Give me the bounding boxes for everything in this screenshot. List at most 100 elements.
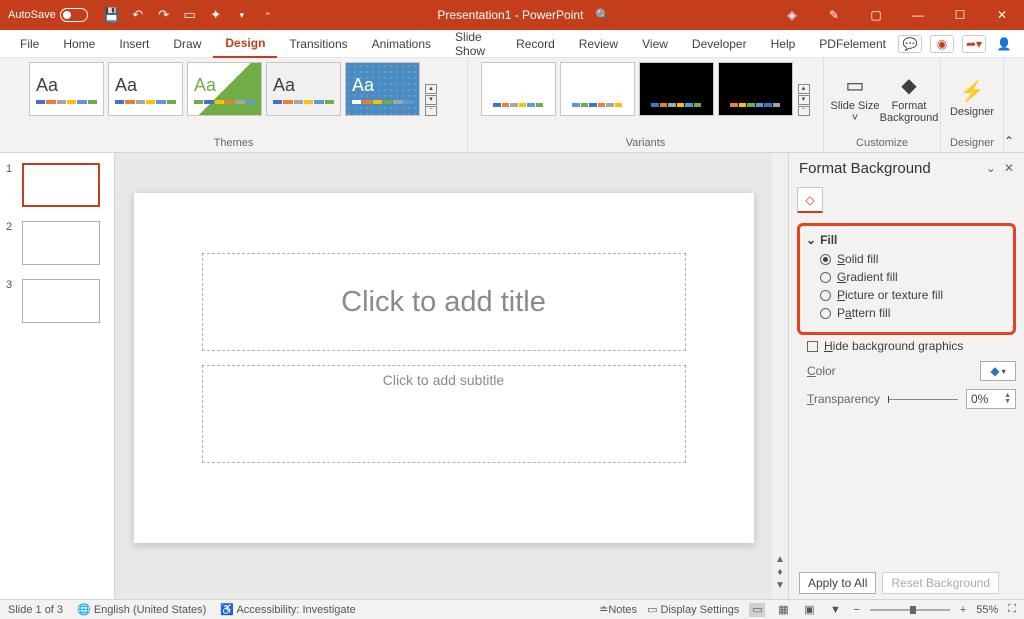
status-language[interactable]: 🌐 English (United States) [77, 603, 206, 616]
save-icon[interactable]: 💾 [104, 7, 120, 23]
tab-home[interactable]: Home [51, 30, 107, 58]
sorter-view-icon[interactable]: ▦ [775, 603, 791, 617]
tab-review[interactable]: Review [567, 30, 630, 58]
present-icon[interactable]: ▭ [182, 7, 198, 23]
variants-more[interactable]: ▴▾⁼ [797, 62, 811, 116]
thumb-num-2: 2 [6, 221, 16, 233]
search-icon[interactable]: 🔍 [595, 8, 610, 22]
tab-transitions[interactable]: Transitions [277, 30, 359, 58]
tab-slideshow[interactable]: Slide Show [443, 30, 504, 58]
zoom-slider[interactable] [870, 609, 950, 611]
status-notes[interactable]: ≐Notes [599, 603, 637, 616]
tab-help[interactable]: Help [759, 30, 808, 58]
status-display[interactable]: ▭ Display Settings [647, 603, 739, 616]
variant-3[interactable] [639, 62, 714, 116]
theme-3[interactable]: Aa [187, 62, 262, 116]
minimize-button[interactable]: — [898, 0, 938, 30]
zoom-out-icon[interactable]: − [853, 604, 859, 616]
normal-view-icon[interactable]: ▭ [749, 603, 765, 617]
window-title: Presentation1 - PowerPoint [437, 8, 583, 22]
tab-file[interactable]: File [8, 30, 51, 58]
fill-options-highlight: ⌄Fill Solid fill Gradient fill Picture o… [797, 223, 1016, 335]
themes-more[interactable]: ▴▾⁼ [424, 62, 438, 116]
reset-background-button: Reset Background [882, 572, 999, 594]
slide-thumb-3[interactable] [22, 279, 100, 323]
comments-icon[interactable]: 💬 [898, 35, 922, 53]
autosave-toggle[interactable]: AutoSave [8, 8, 88, 22]
share-icon[interactable]: ➦▾ [962, 35, 986, 53]
fill-section-toggle[interactable]: ⌄Fill [806, 230, 1007, 250]
radio-picture-fill[interactable]: Picture or texture fill [806, 286, 1007, 304]
radio-solid-fill[interactable]: Solid fill [806, 250, 1007, 268]
pane-close-icon[interactable]: ✕ [1004, 161, 1014, 175]
pane-title: Format Background [799, 160, 931, 177]
maximize-button[interactable]: ☐ [940, 0, 980, 30]
variant-4[interactable] [718, 62, 793, 116]
main-area: 1 2 3 Click to add title Click to add su… [0, 153, 1024, 599]
tab-insert[interactable]: Insert [107, 30, 161, 58]
customize-group-label: Customize [856, 135, 908, 152]
slide-editor[interactable]: Click to add title Click to add subtitle [115, 153, 772, 599]
color-picker[interactable]: ◆▾ [980, 361, 1016, 381]
apply-to-all-button[interactable]: Apply to All [799, 572, 876, 594]
slideshow-view-icon[interactable]: ▼ [827, 603, 843, 617]
redo-icon[interactable]: ↷ [156, 7, 172, 23]
theme-5[interactable]: Aa [345, 62, 420, 116]
qat-customize-icon[interactable]: ⁼ [260, 7, 276, 23]
transparency-slider[interactable] [888, 399, 958, 400]
format-background-button[interactable]: ◆Format Background [884, 74, 934, 124]
fill-tab-icon[interactable]: ◇ [797, 187, 823, 213]
tab-animations[interactable]: Animations [360, 30, 443, 58]
tab-pdfelement[interactable]: PDFelement [807, 30, 898, 58]
theme-4[interactable]: Aa [266, 62, 341, 116]
wand-icon[interactable]: ✦ [208, 7, 224, 23]
thumb-num-3: 3 [6, 279, 16, 291]
editor-scroll-arrows[interactable]: ▲♦▼ [772, 153, 788, 599]
undo-icon[interactable]: ↶ [130, 7, 146, 23]
tab-view[interactable]: View [630, 30, 680, 58]
designer-button[interactable]: ⚡Designer [947, 80, 997, 118]
ribbon-display-icon[interactable]: ▢ [856, 0, 896, 30]
theme-2[interactable]: Aa [108, 62, 183, 116]
reading-view-icon[interactable]: ▣ [801, 603, 817, 617]
tab-developer[interactable]: Developer [680, 30, 759, 58]
transparency-input[interactable]: 0%▲▼ [966, 389, 1016, 409]
theme-1[interactable]: Aa [29, 62, 104, 116]
zoom-level[interactable]: 55% [976, 604, 998, 616]
hide-bg-checkbox[interactable]: Hide background graphics [797, 335, 1016, 357]
radio-gradient-fill[interactable]: Gradient fill [806, 268, 1007, 286]
fit-window-icon[interactable]: ⛶ [1008, 603, 1016, 616]
radio-pattern-fill[interactable]: Pattern fill [806, 304, 1007, 322]
variant-2[interactable] [560, 62, 635, 116]
user-icon[interactable]: 👤 [994, 34, 1014, 54]
ribbon-tabs: File Home Insert Draw Design Transitions… [0, 30, 1024, 58]
status-accessibility[interactable]: ♿ Accessibility: Investigate [220, 603, 355, 616]
zoom-in-icon[interactable]: + [960, 604, 966, 616]
subtitle-placeholder[interactable]: Click to add subtitle [202, 365, 686, 463]
slide-size-button[interactable]: ▭Slide Size ˅ [830, 74, 880, 124]
slide-thumbnails: 1 2 3 [0, 153, 115, 599]
transparency-label: Transparency [807, 392, 880, 406]
variant-1[interactable] [481, 62, 556, 116]
record-icon[interactable]: ◉ [930, 35, 954, 53]
pane-options-icon[interactable]: ⌄ [986, 161, 996, 175]
status-bar: Slide 1 of 3 🌐 English (United States) ♿… [0, 599, 1024, 619]
ribbon: Aa Aa Aa Aa Aa ▴▾⁼ Themes ▴▾⁼ Variants ▭… [0, 58, 1024, 153]
tab-design[interactable]: Design [213, 30, 277, 58]
slide-thumb-1[interactable] [22, 163, 100, 207]
status-slide-pos[interactable]: Slide 1 of 3 [8, 604, 63, 616]
tab-record[interactable]: Record [504, 30, 567, 58]
format-background-pane: Format Background ⌄ ✕ ◇ ⌄Fill Solid fill… [788, 153, 1024, 599]
collapse-ribbon-icon[interactable]: ⌃ [1004, 134, 1024, 152]
close-button[interactable]: ✕ [982, 0, 1022, 30]
thumb-num-1: 1 [6, 163, 16, 175]
slide-thumb-2[interactable] [22, 221, 100, 265]
brush-icon[interactable]: ✎ [814, 0, 854, 30]
qat-more-icon[interactable]: ▾ [234, 7, 250, 23]
themes-group-label: Themes [214, 135, 254, 152]
slide-canvas[interactable]: Click to add title Click to add subtitle [134, 193, 754, 543]
title-placeholder[interactable]: Click to add title [202, 253, 686, 351]
tab-draw[interactable]: Draw [161, 30, 213, 58]
diamond-icon[interactable]: ◈ [772, 0, 812, 30]
title-bar: AutoSave 💾 ↶ ↷ ▭ ✦ ▾ ⁼ Presentation1 - P… [0, 0, 1024, 30]
